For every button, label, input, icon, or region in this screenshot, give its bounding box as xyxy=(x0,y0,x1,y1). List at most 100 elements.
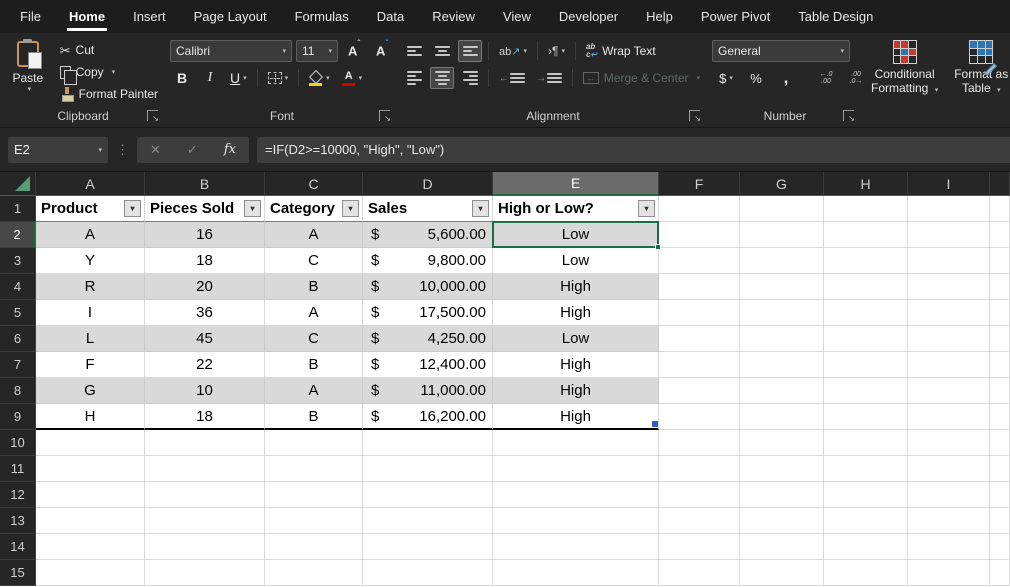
row-header-15[interactable]: 15 xyxy=(0,560,36,586)
cell-C3[interactable]: C xyxy=(265,248,363,274)
cell-H9[interactable] xyxy=(824,404,908,430)
tab-page-layout[interactable]: Page Layout xyxy=(180,0,281,33)
cell-I3[interactable] xyxy=(908,248,990,274)
cell-I5[interactable] xyxy=(908,300,990,326)
cell-F9[interactable] xyxy=(659,404,740,430)
paste-button[interactable]: Paste ▾ xyxy=(4,37,52,93)
cell-A12[interactable] xyxy=(36,482,145,508)
cell-C15[interactable] xyxy=(265,560,363,586)
cell-D9[interactable]: $16,200.00 xyxy=(363,404,493,430)
percent-style-button[interactable]: % xyxy=(744,67,768,89)
cell-D2[interactable]: $5,600.00 xyxy=(363,222,493,248)
cell-D5[interactable]: $17,500.00 xyxy=(363,300,493,326)
cell-I10[interactable] xyxy=(908,430,990,456)
cell-G4[interactable] xyxy=(740,274,824,300)
cell-I6[interactable] xyxy=(908,326,990,352)
fill-handle[interactable] xyxy=(655,244,661,250)
bottom-align-button[interactable] xyxy=(458,40,482,62)
cell-H8[interactable] xyxy=(824,378,908,404)
table-resize-handle[interactable] xyxy=(652,421,658,427)
borders-button[interactable]: ▾ xyxy=(264,67,293,89)
cell-D1[interactable]: Sales▾ xyxy=(363,196,493,222)
cell-F12[interactable] xyxy=(659,482,740,508)
cell-C9[interactable]: B xyxy=(265,404,363,430)
shrink-font-button[interactable]: Aˇ xyxy=(370,40,394,62)
cell-partial-5[interactable] xyxy=(990,300,1010,326)
cell-F15[interactable] xyxy=(659,560,740,586)
column-header-E[interactable]: E xyxy=(493,172,659,196)
cell-B13[interactable] xyxy=(145,508,265,534)
row-header-6[interactable]: 6 xyxy=(0,326,36,352)
cell-G5[interactable] xyxy=(740,300,824,326)
cell-partial-11[interactable] xyxy=(990,456,1010,482)
cell-G9[interactable] xyxy=(740,404,824,430)
cell-partial-13[interactable] xyxy=(990,508,1010,534)
number-dialog-launcher[interactable]: ↘ xyxy=(843,110,854,121)
selected-cell-E2[interactable]: Low xyxy=(493,222,659,248)
cell-A5[interactable]: I xyxy=(36,300,145,326)
cell-B5[interactable]: 36 xyxy=(145,300,265,326)
cell-D3[interactable]: $9,800.00 xyxy=(363,248,493,274)
cell-F8[interactable] xyxy=(659,378,740,404)
cell-partial-10[interactable] xyxy=(990,430,1010,456)
cell-H10[interactable] xyxy=(824,430,908,456)
cell-F5[interactable] xyxy=(659,300,740,326)
cell-G14[interactable] xyxy=(740,534,824,560)
clipboard-dialog-launcher[interactable]: ↘ xyxy=(147,110,158,121)
cell-H6[interactable] xyxy=(824,326,908,352)
cell-A10[interactable] xyxy=(36,430,145,456)
cell-E11[interactable] xyxy=(493,456,659,482)
font-family-select[interactable]: Calibri▾ xyxy=(170,40,292,62)
cell-C1[interactable]: Category▾ xyxy=(265,196,363,222)
cell-H2[interactable] xyxy=(824,222,908,248)
cell-E6[interactable]: Low xyxy=(493,326,659,352)
row-header-9[interactable]: 9 xyxy=(0,404,36,430)
cell-H12[interactable] xyxy=(824,482,908,508)
cell-H5[interactable] xyxy=(824,300,908,326)
format-painter-button[interactable]: Format Painter xyxy=(56,83,162,105)
cell-partial-14[interactable] xyxy=(990,534,1010,560)
grow-font-button[interactable]: Aˆ xyxy=(342,40,366,62)
name-box[interactable]: E2 ▾ xyxy=(8,137,108,163)
font-dialog-launcher[interactable]: ↘ xyxy=(379,110,390,121)
cell-I13[interactable] xyxy=(908,508,990,534)
row-header-1[interactable]: 1 xyxy=(0,196,36,222)
cell-I4[interactable] xyxy=(908,274,990,300)
cell-G2[interactable] xyxy=(740,222,824,248)
cell-B2[interactable]: 16 xyxy=(145,222,265,248)
cell-I1[interactable] xyxy=(908,196,990,222)
cell-G1[interactable] xyxy=(740,196,824,222)
cell-partial-4[interactable] xyxy=(990,274,1010,300)
cell-F7[interactable] xyxy=(659,352,740,378)
cell-D8[interactable]: $11,000.00 xyxy=(363,378,493,404)
alignment-dialog-launcher[interactable]: ↘ xyxy=(689,110,700,121)
cell-partial-12[interactable] xyxy=(990,482,1010,508)
cell-F14[interactable] xyxy=(659,534,740,560)
column-header-F[interactable]: F xyxy=(659,172,740,196)
font-size-select[interactable]: 11▾ xyxy=(296,40,338,62)
filter-dropdown-button-C[interactable]: ▾ xyxy=(342,200,359,217)
cut-button[interactable]: ✂ Cut xyxy=(56,39,162,61)
cell-G13[interactable] xyxy=(740,508,824,534)
text-direction-button[interactable]: ›¶▾ xyxy=(544,40,569,62)
bold-button[interactable]: B xyxy=(170,67,194,89)
cell-G10[interactable] xyxy=(740,430,824,456)
cell-A8[interactable]: G xyxy=(36,378,145,404)
cell-H13[interactable] xyxy=(824,508,908,534)
cell-H4[interactable] xyxy=(824,274,908,300)
cell-B4[interactable]: 20 xyxy=(145,274,265,300)
tab-home[interactable]: Home xyxy=(55,0,119,33)
select-all-button[interactable] xyxy=(0,172,36,196)
cell-G8[interactable] xyxy=(740,378,824,404)
cell-C10[interactable] xyxy=(265,430,363,456)
format-as-table-button[interactable]: Format as Table ▾ xyxy=(949,37,1010,101)
tab-file[interactable]: File xyxy=(6,0,55,33)
cell-A11[interactable] xyxy=(36,456,145,482)
cell-B3[interactable]: 18 xyxy=(145,248,265,274)
filter-dropdown-button-A[interactable]: ▾ xyxy=(124,200,141,217)
cell-A9[interactable]: H xyxy=(36,404,145,430)
tab-help[interactable]: Help xyxy=(632,0,687,33)
tab-power-pivot[interactable]: Power Pivot xyxy=(687,0,784,33)
cell-H7[interactable] xyxy=(824,352,908,378)
column-header-C[interactable]: C xyxy=(265,172,363,196)
